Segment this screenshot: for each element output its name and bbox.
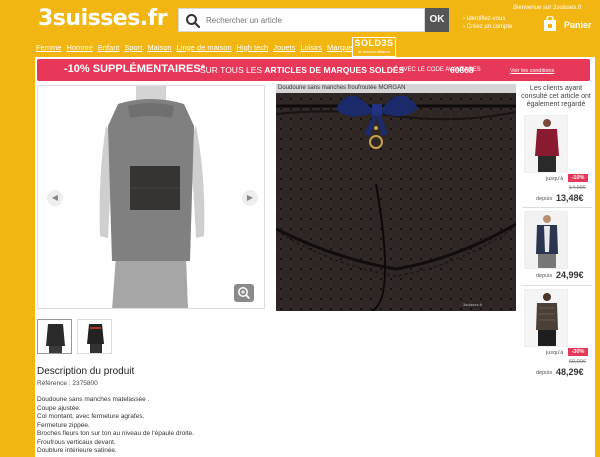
thumbnail-2[interactable] (77, 319, 112, 354)
reco-item-1-from-label: jusqu'à (546, 176, 564, 182)
register-link[interactable]: Créez un compte (463, 23, 513, 31)
description-title: Description du produit (37, 366, 135, 377)
nav-item-linge-de-maison[interactable]: Linge de maison (177, 43, 232, 52)
nav-item-maison[interactable]: Maison (147, 43, 171, 52)
nav-item-homme[interactable]: Homme (66, 43, 92, 52)
site-logo[interactable]: 3suisses.fr (38, 6, 168, 31)
zoom-caption: Doudoune sans manches froufroutée MORGAN (276, 84, 516, 93)
cart-icon (544, 16, 556, 31)
zoom-icon (238, 287, 251, 300)
cart-button[interactable]: Panier (543, 16, 593, 36)
welcome-text: Bienvenue sur 3suisses.fr (513, 5, 582, 11)
reco-divider (522, 285, 592, 286)
reco-item-1-old-price: 14,99€ (569, 185, 586, 191)
login-link[interactable]: Identifiez-vous (463, 15, 512, 23)
reco-item-3-discount-badge: -30% (568, 348, 588, 356)
description-line: Coupe ajustée. (37, 404, 81, 412)
reco-item-3-image[interactable] (524, 289, 568, 347)
reco-item-1-discount-badge: -10% (568, 174, 588, 182)
zoom-lace-image (276, 93, 516, 311)
reco-item-3-price[interactable]: 48,29€ (556, 367, 584, 377)
reco-item-1-depuis: depuis (536, 196, 553, 202)
soldes-subtitle: et bonnes affaires (358, 49, 390, 54)
description-line: Doublure intérieure satinée. (37, 447, 117, 454)
reco-heading: Les clients ayant consulté cet article o… (521, 85, 591, 108)
nav-item-jouets[interactable]: Jouets (273, 43, 295, 52)
promo-conditions-link[interactable]: Voir les conditions (510, 68, 554, 74)
promo-banner[interactable]: -10% SUPPLÉMENTAIRES* SUR TOUS LES ARTIC… (37, 59, 590, 81)
search-ok-button[interactable]: OK (425, 8, 449, 32)
promo-text-bold: ARTICLES DE MARQUES SOLDÉS (264, 65, 405, 75)
promo-code: 60868 (450, 65, 474, 75)
reco-item-3-old-price: 69,00€ (569, 359, 586, 365)
description-reference: Référence : 2375800 (37, 380, 98, 387)
reco-item-2-price[interactable]: 24,99€ (556, 270, 584, 280)
soldes-title: SOLD3S (354, 38, 394, 48)
zoom-button[interactable] (234, 284, 254, 302)
reco-item-1-price[interactable]: 13,48€ (556, 193, 584, 203)
main-content: -10% SUPPLÉMENTAIRES* SUR TOUS LES ARTIC… (35, 57, 595, 457)
search-box (178, 8, 425, 32)
description-line: Col montant, avec fermeture agrafes. (37, 413, 145, 420)
reco-item-2-depuis: depuis (536, 273, 553, 279)
search-input[interactable] (206, 12, 416, 29)
description-line: Broches fleurs ton sur ton au niveau de … (37, 430, 194, 437)
promo-headline: -10% SUPPLÉMENTAIRES* (64, 63, 205, 75)
soldes-badge[interactable]: SOLD3S et bonnes affaires (352, 37, 396, 57)
cart-label: Panier (564, 20, 592, 30)
thumbnail-1[interactable] (37, 319, 72, 354)
account-links: Identifiez-vous Créez un compte (463, 15, 513, 31)
product-main-image[interactable]: ◀ ▶ (37, 85, 265, 309)
search-icon (186, 14, 201, 29)
description-lines: Doudoune sans manches matelassée . Coupe… (37, 396, 194, 456)
reco-item-1-image[interactable] (524, 115, 568, 173)
reco-item-3-depuis: depuis (536, 370, 553, 376)
product-photo (38, 86, 264, 308)
nav-item-sport[interactable]: Sport (124, 43, 142, 52)
promo-text-prefix: SUR TOUS LES (200, 65, 263, 75)
arrow-left-icon[interactable]: ◀ (47, 190, 63, 206)
description-line: Froufrous verticaux devant. (37, 438, 116, 446)
reco-divider (522, 207, 592, 208)
description-line: Fermeture zippée. (37, 421, 90, 429)
promo-text: SUR TOUS LES ARTICLES DE MARQUES SOLDÉS (200, 65, 404, 75)
main-nav: Femme Homme Enfant Sport Maison Linge de… (36, 40, 356, 54)
description-line: Doudoune sans manches matelassée . (37, 396, 150, 403)
reco-item-3-from-label: jusqu'à (546, 350, 564, 356)
nav-item-loisirs[interactable]: Loisirs (300, 43, 322, 52)
reco-item-2-image[interactable] (524, 211, 568, 269)
zoom-panel: Doudoune sans manches froufroutée MORGAN… (276, 84, 516, 311)
zoom-watermark: 3suisses.fr (463, 302, 483, 307)
arrow-right-icon[interactable]: ▶ (242, 190, 258, 206)
nav-item-femme[interactable]: Femme (36, 43, 61, 52)
nav-item-enfant[interactable]: Enfant (98, 43, 120, 52)
nav-item-high-tech[interactable]: High tech (237, 43, 269, 52)
header: 3suisses.fr OK Bienvenue sur 3suisses.fr… (0, 0, 600, 38)
